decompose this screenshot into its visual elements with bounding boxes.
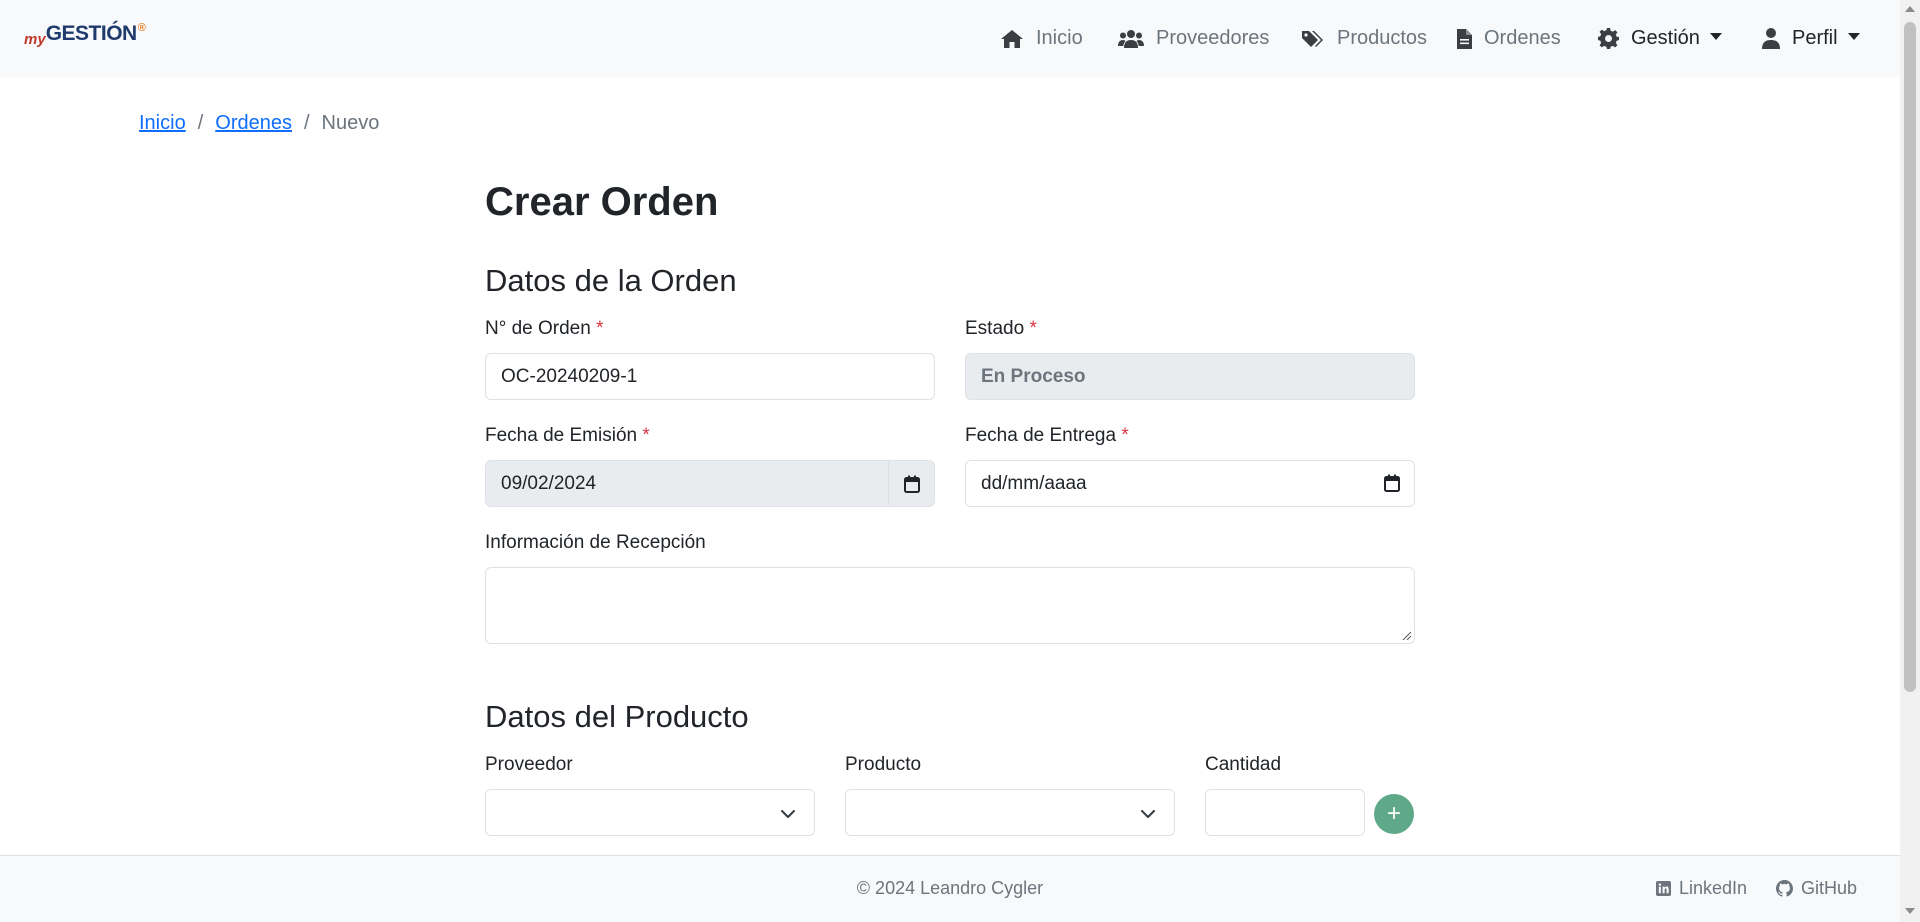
nav-item-inicio[interactable]: Inicio [1000, 0, 1083, 77]
brand-prefix: my [24, 31, 46, 48]
fecha-emision-label: Fecha de Emisión * [485, 425, 650, 447]
required-mark: * [642, 425, 650, 446]
nav-dropdown-gestion[interactable]: Gestión [1598, 0, 1722, 77]
footer-github-label: GitHub [1801, 878, 1858, 898]
cantidad-label: Cantidad [1205, 754, 1282, 775]
nav-label-productos: Productos [1337, 27, 1428, 49]
footer-copyright: © 2024 Leandro Cygler [856, 878, 1044, 898]
tags-icon [1302, 30, 1323, 47]
page-scrollbar[interactable] [1900, 0, 1920, 922]
nav-label-inicio: Inicio [1036, 27, 1083, 49]
proveedor-label: Proveedor [485, 754, 573, 775]
numero-orden-label: N° de Orden * [485, 318, 604, 340]
producto-select[interactable] [845, 789, 1175, 836]
scroll-down-arrow-icon[interactable] [1905, 908, 1915, 914]
breadcrumb-separator: / [303, 112, 310, 134]
nav-label-gestion: Gestión [1631, 27, 1700, 49]
breadcrumb-current: Nuevo [321, 112, 380, 134]
breadcrumb-separator: / [197, 112, 204, 134]
navbar: my GESTIÓN ® Inicio Proveedores Producto… [0, 0, 1900, 77]
numero-orden-input[interactable]: OC-20240209-1 [485, 353, 935, 400]
proveedor-select[interactable] [485, 789, 815, 836]
add-product-button[interactable]: + [1374, 794, 1414, 834]
page-title: Crear Orden [485, 180, 719, 224]
chevron-down-icon [781, 810, 795, 818]
estado-label: Estado * [965, 318, 1037, 340]
calendar-icon[interactable] [1384, 474, 1400, 492]
users-icon [1118, 29, 1144, 48]
breadcrumb: Inicio / Ordenes / Nuevo [139, 112, 379, 135]
linkedin-icon [1656, 881, 1671, 896]
user-icon [1762, 28, 1780, 49]
brand-name: GESTIÓN [45, 22, 138, 45]
numero-orden-value: OC-20240209-1 [501, 365, 638, 387]
nav-item-productos[interactable]: Productos [1301, 0, 1427, 77]
estado-value: En Proceso [981, 365, 1086, 387]
footer-linkedin-link[interactable]: LinkedIn [1656, 878, 1747, 899]
required-mark: * [596, 318, 604, 339]
brand-mark: ® [137, 22, 146, 34]
chevron-down-icon [1847, 33, 1860, 40]
fecha-entrega-label: Fecha de Entrega * [965, 425, 1129, 447]
nav-label-ordenes: Ordenes [1484, 27, 1561, 49]
brand-logo[interactable]: my GESTIÓN ® [24, 22, 146, 48]
breadcrumb-ordenes[interactable]: Ordenes [215, 112, 292, 135]
home-icon [1001, 29, 1023, 48]
footer-linkedin-label: LinkedIn [1679, 878, 1748, 898]
fecha-emision-calendar-button[interactable] [889, 460, 935, 507]
recepcion-textarea[interactable] [485, 567, 1415, 644]
cantidad-input[interactable] [1205, 789, 1365, 836]
fecha-emision-value: 09/02/2024 [501, 472, 597, 494]
nav-item-proveedores[interactable]: Proveedores [1118, 0, 1269, 77]
footer-github-link[interactable]: GitHub [1776, 878, 1857, 899]
file-icon [1457, 28, 1472, 49]
chevron-down-icon [1709, 33, 1722, 40]
chevron-down-icon [1141, 810, 1155, 818]
resize-handle-icon[interactable] [1401, 630, 1411, 640]
scrollbar-thumb[interactable] [1904, 22, 1916, 692]
estado-label-text: Estado [965, 318, 1025, 339]
footer: © 2024 Leandro Cygler LinkedIn GitHub [0, 855, 1900, 922]
gear-icon [1598, 28, 1619, 49]
required-mark: * [1121, 425, 1129, 446]
recepcion-label: Información de Recepción [485, 532, 706, 553]
numero-orden-label-text: N° de Orden [485, 318, 591, 339]
breadcrumb-inicio[interactable]: Inicio [139, 112, 186, 135]
fecha-entrega-label-text: Fecha de Entrega [965, 425, 1117, 446]
github-icon [1776, 880, 1793, 897]
producto-label: Producto [845, 754, 922, 775]
section-title-orden: Datos de la Orden [485, 263, 737, 298]
estado-input: En Proceso [965, 353, 1415, 400]
nav-item-ordenes[interactable]: Ordenes [1457, 0, 1561, 77]
nav-label-perfil: Perfil [1792, 27, 1838, 49]
fecha-emision-label-text: Fecha de Emisión [485, 425, 638, 446]
calendar-icon [903, 475, 920, 493]
section-title-producto: Datos del Producto [485, 699, 749, 734]
fecha-emision-input: 09/02/2024 [485, 460, 889, 507]
scroll-up-arrow-icon[interactable] [1905, 6, 1915, 12]
nav-dropdown-perfil[interactable]: Perfil [1762, 0, 1860, 77]
fecha-entrega-input[interactable]: dd/mm/aaaa [965, 460, 1415, 507]
fecha-entrega-placeholder: dd/mm/aaaa [981, 472, 1087, 494]
nav-label-proveedores: Proveedores [1156, 27, 1270, 49]
required-mark: * [1029, 318, 1037, 339]
